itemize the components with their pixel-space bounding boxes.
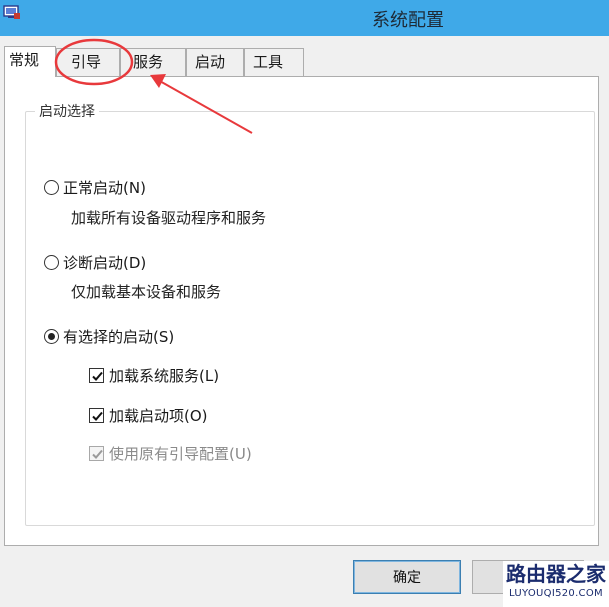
selective-startup-radio[interactable]	[44, 329, 59, 344]
normal-startup-radio[interactable]	[44, 180, 59, 195]
use-boot-config-label: 使用原有引导配置(U)	[109, 445, 252, 463]
tab-label: 常规	[9, 51, 40, 69]
tab-label: 引导	[71, 53, 102, 71]
load-startup-items-checkbox[interactable]	[89, 408, 104, 423]
tab-startup[interactable]: 启动	[186, 48, 244, 76]
startup-selection-label: 启动选择	[35, 101, 99, 121]
normal-startup-description: 加载所有设备驱动程序和服务	[71, 209, 267, 227]
tab-services[interactable]: 服务	[120, 48, 186, 76]
diagnostic-startup-radio[interactable]	[44, 255, 59, 270]
checkmark-icon	[92, 449, 103, 459]
dialog-body: 常规 引导 服务 启动 工具 启动选择 正常启动(N) 加载所有设备驱动程序和服…	[0, 36, 609, 607]
general-tab-panel: 启动选择 正常启动(N) 加载所有设备驱动程序和服务 诊断启动(D) 仅加载基本…	[4, 76, 599, 546]
checkmark-icon	[92, 411, 103, 421]
tab-tools[interactable]: 工具	[244, 48, 304, 76]
tab-label: 服务	[133, 53, 164, 71]
watermark-logo: 路由器之家 LUYOUQI520.COM	[503, 561, 609, 607]
watermark-brand: 路由器之家	[506, 562, 606, 586]
title-bar: 系统配置	[0, 0, 609, 36]
tab-label: 工具	[253, 53, 284, 71]
window-title: 系统配置	[372, 10, 444, 31]
checkmark-icon	[92, 371, 103, 381]
use-boot-config-checkbox	[89, 446, 104, 461]
watermark-url: LUYOUQI520.COM	[509, 588, 603, 599]
tab-label: 启动	[195, 53, 226, 71]
msconfig-icon	[3, 5, 21, 20]
diagnostic-startup-label[interactable]: 诊断启动(D)	[63, 252, 146, 273]
selective-startup-label[interactable]: 有选择的启动(S)	[63, 326, 174, 347]
ok-button[interactable]: 确定	[353, 560, 461, 594]
normal-startup-label[interactable]: 正常启动(N)	[63, 177, 146, 198]
load-startup-items-label[interactable]: 加载启动项(O)	[109, 405, 208, 426]
tab-boot[interactable]: 引导	[56, 48, 120, 76]
load-services-label[interactable]: 加载系统服务(L)	[109, 365, 219, 386]
load-services-checkbox[interactable]	[89, 368, 104, 383]
diagnostic-startup-description: 仅加载基本设备和服务	[71, 283, 222, 301]
tab-general[interactable]: 常规	[4, 46, 56, 77]
